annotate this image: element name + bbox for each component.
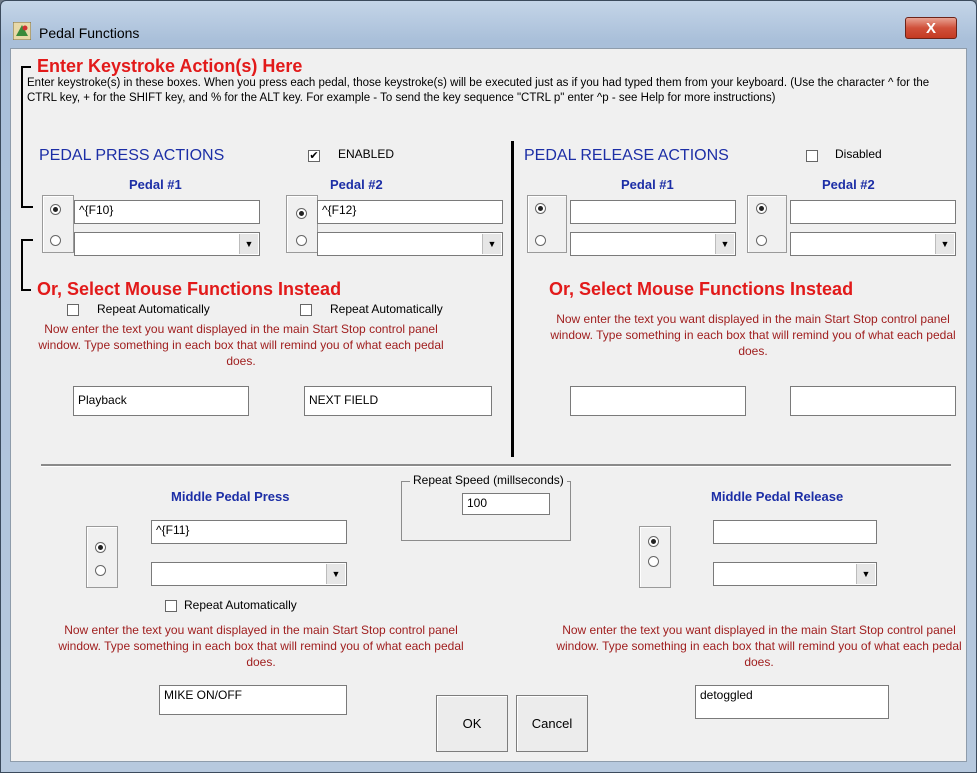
middle-press-display-input[interactable]: MIKE ON/OFF: [159, 685, 347, 715]
middle-press-repeat-label: Repeat Automatically: [184, 598, 297, 612]
press-pedal1-mouse-radio[interactable]: [50, 235, 61, 246]
press-pedal2-display-input[interactable]: NEXT FIELD: [304, 386, 492, 416]
release-mouse-heading: Or, Select Mouse Functions Instead: [549, 279, 854, 299]
middle-release-keystroke-radio[interactable]: [648, 536, 659, 547]
release-pedal2-label: Pedal #2: [822, 177, 875, 192]
press-mouse-heading: Or, Select Mouse Functions Instead: [37, 279, 342, 299]
release-pedal1-label: Pedal #1: [621, 177, 674, 192]
press-pedal1-repeat-checkbox[interactable]: [67, 304, 79, 316]
press-pedal1-repeat-label: Repeat Automatically: [97, 302, 210, 316]
bracket-line: [21, 239, 23, 291]
middle-release-mouse-select[interactable]: ▼: [713, 562, 877, 586]
close-button[interactable]: X: [905, 17, 957, 39]
press-pedal1-label: Pedal #1: [129, 177, 182, 192]
middle-press-mouse-select[interactable]: ▼: [151, 562, 347, 586]
release-pedal1-keystroke-input[interactable]: [570, 200, 736, 224]
middle-press-keystroke-input[interactable]: ^{F11}: [151, 520, 347, 544]
release-display-instructions: Now enter the text you want displayed in…: [550, 312, 956, 358]
release-heading: PEDAL RELEASE ACTIONS: [524, 147, 729, 164]
bracket-line: [21, 289, 31, 291]
horizontal-divider: [41, 464, 951, 467]
press-enabled-label: ENABLED: [338, 147, 395, 161]
chevron-down-icon[interactable]: ▼: [239, 234, 258, 254]
middle-release-display-input[interactable]: detoggled: [695, 685, 889, 719]
middle-press-keystroke-radio[interactable]: [95, 542, 106, 553]
repeat-speed-group: Repeat Speed (millseconds) 100: [401, 473, 571, 541]
press-pedal2-mouse-radio[interactable]: [296, 235, 307, 246]
middle-release-heading: Middle Pedal Release: [711, 489, 844, 504]
chevron-down-icon[interactable]: ▼: [856, 564, 875, 584]
press-pedal2-repeat-label: Repeat Automatically: [330, 302, 443, 316]
middle-press-radio-group: [86, 526, 118, 588]
middle-release-display-instructions: Now enter the text you want displayed in…: [556, 623, 962, 669]
release-disabled-label: Disabled: [835, 147, 882, 161]
press-display-instructions: Now enter the text you want displayed in…: [38, 322, 444, 368]
app-icon: [13, 22, 31, 40]
press-pedal2-keystroke-input[interactable]: ^{F12}: [317, 200, 503, 224]
release-pedal1-display-input[interactable]: [570, 386, 746, 416]
release-pedal2-radio-group: [747, 195, 787, 253]
press-heading: PEDAL PRESS ACTIONS: [39, 147, 225, 164]
release-pedal2-display-input[interactable]: [790, 386, 956, 416]
keystroke-instructions: Enter keystroke(s) in these boxes. When …: [27, 77, 930, 104]
middle-press-repeat-checkbox[interactable]: [165, 600, 177, 612]
dialog-client-area: Enter Keystroke Action(s) Here Enter key…: [10, 48, 967, 762]
release-pedal2-keystroke-input[interactable]: [790, 200, 956, 224]
chevron-down-icon[interactable]: ▼: [715, 234, 734, 254]
press-pedal2-mouse-select[interactable]: ▼: [317, 232, 503, 256]
press-pedal2-repeat-checkbox[interactable]: [300, 304, 312, 316]
title-bar[interactable]: Pedal Functions X: [1, 1, 976, 41]
press-pedal1-keystroke-radio[interactable]: [50, 204, 61, 215]
middle-release-mouse-radio[interactable]: [648, 556, 659, 567]
keystroke-heading: Enter Keystroke Action(s) Here: [37, 56, 303, 76]
bracket-line: [21, 66, 23, 206]
middle-press-display-instructions: Now enter the text you want displayed in…: [58, 623, 464, 669]
repeat-speed-input[interactable]: 100: [462, 493, 550, 515]
press-enabled-checkbox[interactable]: ✔: [308, 150, 320, 162]
release-pedal2-mouse-select[interactable]: ▼: [790, 232, 956, 256]
middle-press-mouse-radio[interactable]: [95, 565, 106, 576]
chevron-down-icon[interactable]: ▼: [482, 234, 501, 254]
release-pedal2-mouse-radio[interactable]: [756, 235, 767, 246]
release-pedal2-keystroke-radio[interactable]: [756, 203, 767, 214]
press-pedal1-keystroke-input[interactable]: ^{F10}: [74, 200, 260, 224]
bracket-line: [21, 66, 31, 68]
release-pedal1-radio-group: [527, 195, 567, 253]
release-pedal1-mouse-select[interactable]: ▼: [570, 232, 736, 256]
middle-press-heading: Middle Pedal Press: [171, 489, 290, 504]
pedal-functions-window: Pedal Functions X Enter Keystroke Action…: [0, 0, 977, 773]
bracket-line: [21, 206, 33, 208]
release-pedal1-mouse-radio[interactable]: [535, 235, 546, 246]
press-pedal2-label: Pedal #2: [330, 177, 383, 192]
press-pedal1-mouse-select[interactable]: ▼: [74, 232, 260, 256]
ok-button[interactable]: OK: [436, 695, 508, 752]
press-pedal2-keystroke-radio[interactable]: [296, 208, 307, 219]
release-pedal1-keystroke-radio[interactable]: [535, 203, 546, 214]
chevron-down-icon[interactable]: ▼: [326, 564, 345, 584]
middle-release-keystroke-input[interactable]: [713, 520, 877, 544]
window-title: Pedal Functions: [39, 25, 140, 41]
section-divider: [511, 141, 514, 457]
chevron-down-icon[interactable]: ▼: [935, 234, 954, 254]
cancel-button[interactable]: Cancel: [516, 695, 588, 752]
repeat-speed-label: Repeat Speed (millseconds): [410, 473, 567, 487]
press-pedal1-display-input[interactable]: Playback: [73, 386, 249, 416]
release-disabled-checkbox[interactable]: [806, 150, 818, 162]
